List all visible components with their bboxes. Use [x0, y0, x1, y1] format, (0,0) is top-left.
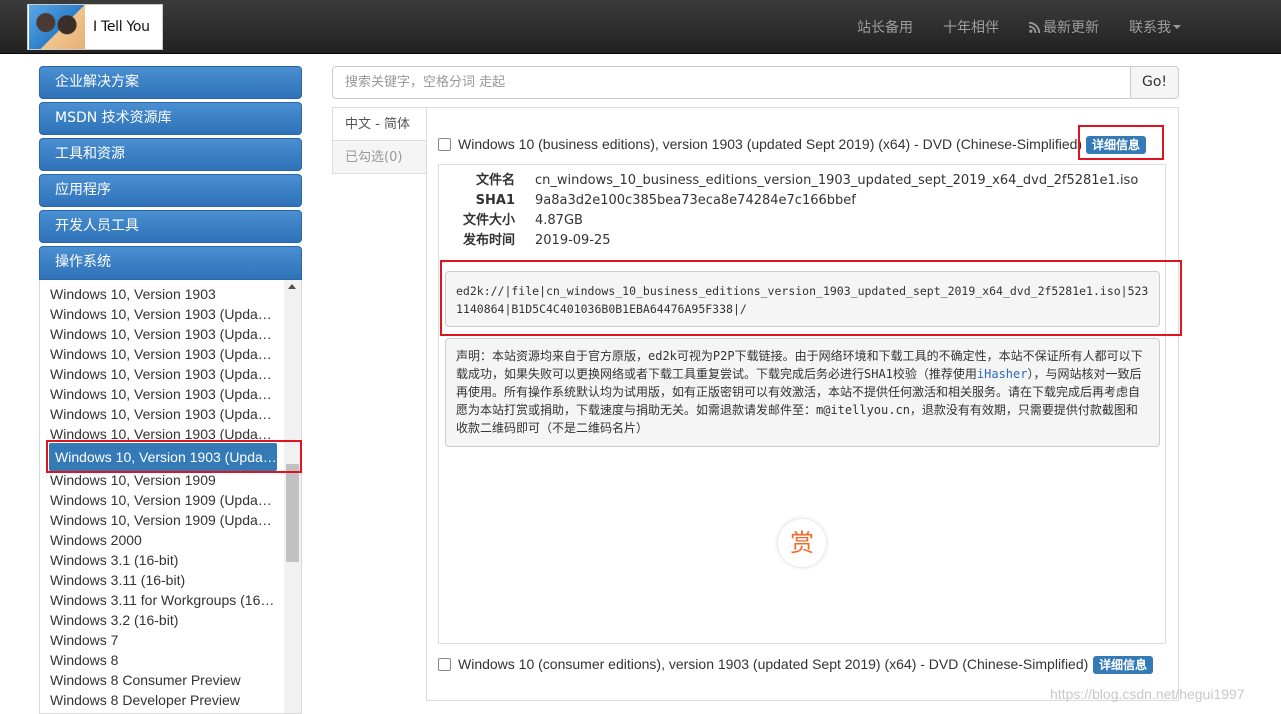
- list-item[interactable]: Windows 10, Version 1903 (Updated...: [50, 344, 275, 364]
- brand-logo-link[interactable]: I Tell You: [27, 4, 163, 50]
- nav-link-latest[interactable]: 最新更新: [1029, 17, 1099, 37]
- date-value: 2019-09-25: [535, 233, 611, 248]
- tab-selected-count[interactable]: 已勾选(0): [332, 140, 427, 174]
- nav-link-backup[interactable]: 站长备用: [857, 17, 913, 37]
- size-row: 文件大小 4.87GB: [439, 211, 1159, 231]
- list-item[interactable]: Windows 3.11 (16-bit): [50, 570, 275, 590]
- sidebar-item-os[interactable]: 操作系统: [39, 246, 302, 280]
- list-item[interactable]: Windows 3.2 (16-bit): [50, 610, 275, 630]
- size-label: 文件大小: [462, 213, 515, 228]
- highlight-box-details: [1078, 125, 1164, 160]
- sidebar-item-msdn[interactable]: MSDN 技术资源库: [39, 102, 302, 135]
- sha1-row: SHA1 9a8a3d2e100c385bea73eca8e74284e7c16…: [439, 191, 1159, 211]
- date-label: 发布时间: [462, 233, 515, 248]
- sidebar-item-enterprise[interactable]: 企业解决方案: [39, 66, 302, 99]
- sidebar: 企业解决方案 MSDN 技术资源库 工具和资源 应用程序 开发人员工具 操作系统…: [39, 66, 302, 714]
- list-item[interactable]: Windows 10, Version 1903 (Updated...: [50, 364, 275, 384]
- scrollbar-thumb[interactable]: [286, 464, 299, 562]
- list-item[interactable]: Windows 10, Version 1909: [50, 470, 275, 490]
- details-button[interactable]: 详细信息: [1093, 656, 1154, 674]
- caret-down-icon: [1173, 25, 1181, 29]
- tab-chinese-simplified[interactable]: 中文 - 简体: [332, 107, 427, 141]
- brand-logo-image: [29, 5, 85, 49]
- nav-link-contact-label: 联系我: [1129, 20, 1171, 36]
- scrollbar[interactable]: [284, 280, 301, 713]
- highlight-box-ed2k: [440, 260, 1182, 336]
- list-item[interactable]: Windows 10, Version 1903 (Updated...: [50, 304, 275, 324]
- item-title[interactable]: Windows 10 (consumer editions), version …: [458, 656, 1088, 672]
- search-go-button[interactable]: Go!: [1130, 66, 1179, 99]
- top-navbar: I Tell You 站长备用 十年相伴 最新更新 联系我: [0, 0, 1281, 54]
- nav-link-latest-label: 最新更新: [1043, 20, 1099, 36]
- size-value: 4.87GB: [535, 213, 583, 228]
- search-bar: 搜索关键字，空格分词 走起 Go!: [332, 66, 1179, 99]
- search-input[interactable]: 搜索关键字，空格分词 走起: [332, 66, 1131, 99]
- sidebar-item-apps[interactable]: 应用程序: [39, 174, 302, 207]
- sha1-value: 9a8a3d2e100c385bea73eca8e74284e7c166bbef: [535, 193, 856, 208]
- list-item[interactable]: Windows 10, Version 1903 (Updated...: [50, 384, 275, 404]
- item-title[interactable]: Windows 10 (business editions), version …: [458, 136, 1082, 152]
- filename-row: 文件名 cn_windows_10_business_editions_vers…: [439, 171, 1159, 191]
- filename-label: 文件名: [475, 173, 515, 188]
- highlight-box-selected-item: [46, 440, 302, 473]
- list-item[interactable]: Windows 8 Consumer Preview: [50, 670, 275, 690]
- list-item[interactable]: Windows 2000: [50, 530, 275, 550]
- sidebar-item-tools[interactable]: 工具和资源: [39, 138, 302, 171]
- list-item[interactable]: Windows 3.1 (16-bit): [50, 550, 275, 570]
- sha1-label: SHA1: [475, 193, 515, 208]
- nav-links: 站长备用 十年相伴 最新更新 联系我: [827, 0, 1181, 54]
- list-item[interactable]: Windows 7: [50, 630, 275, 650]
- nav-link-decade[interactable]: 十年相伴: [943, 17, 999, 37]
- brand-name: I Tell You: [93, 19, 150, 35]
- reward-button[interactable]: 赏: [778, 519, 826, 567]
- list-item[interactable]: Windows 8 Developer Preview: [50, 690, 275, 710]
- item-checkbox[interactable]: [438, 138, 451, 151]
- list-item[interactable]: Windows 10, Version 1903: [50, 284, 275, 304]
- rss-icon: [1029, 22, 1040, 33]
- sidebar-item-devtools[interactable]: 开发人员工具: [39, 210, 302, 243]
- list-item[interactable]: Windows 10, Version 1903 (Updated...: [50, 404, 275, 424]
- date-row: 发布时间 2019-09-25: [439, 231, 1159, 251]
- item-checkbox[interactable]: [438, 658, 451, 671]
- list-item[interactable]: Windows 3.11 for Workgroups (16-bit): [50, 590, 275, 610]
- list-item[interactable]: Windows 10, Version 1909 (Updated...: [50, 510, 275, 530]
- list-item[interactable]: Windows 10, Version 1903 (Updated...: [50, 324, 275, 344]
- scroll-up-arrow-icon[interactable]: [288, 284, 296, 289]
- watermark: https://blog.csdn.net/hegui1997: [1050, 686, 1245, 702]
- list-item[interactable]: Windows 8: [50, 650, 275, 670]
- notice-box: 声明：本站资源均来自于官方原版，ed2k可视为P2P下载链接。由于网络环境和下载…: [445, 338, 1160, 447]
- list-item[interactable]: Windows 10, Version 1909 (Updated...: [50, 490, 275, 510]
- filename-value: cn_windows_10_business_editions_version_…: [535, 173, 1139, 188]
- nav-link-contact[interactable]: 联系我: [1129, 17, 1181, 37]
- os-list[interactable]: Windows 10, Version 1903 Windows 10, Ver…: [39, 280, 302, 714]
- ihasher-link[interactable]: iHasher: [977, 367, 1028, 381]
